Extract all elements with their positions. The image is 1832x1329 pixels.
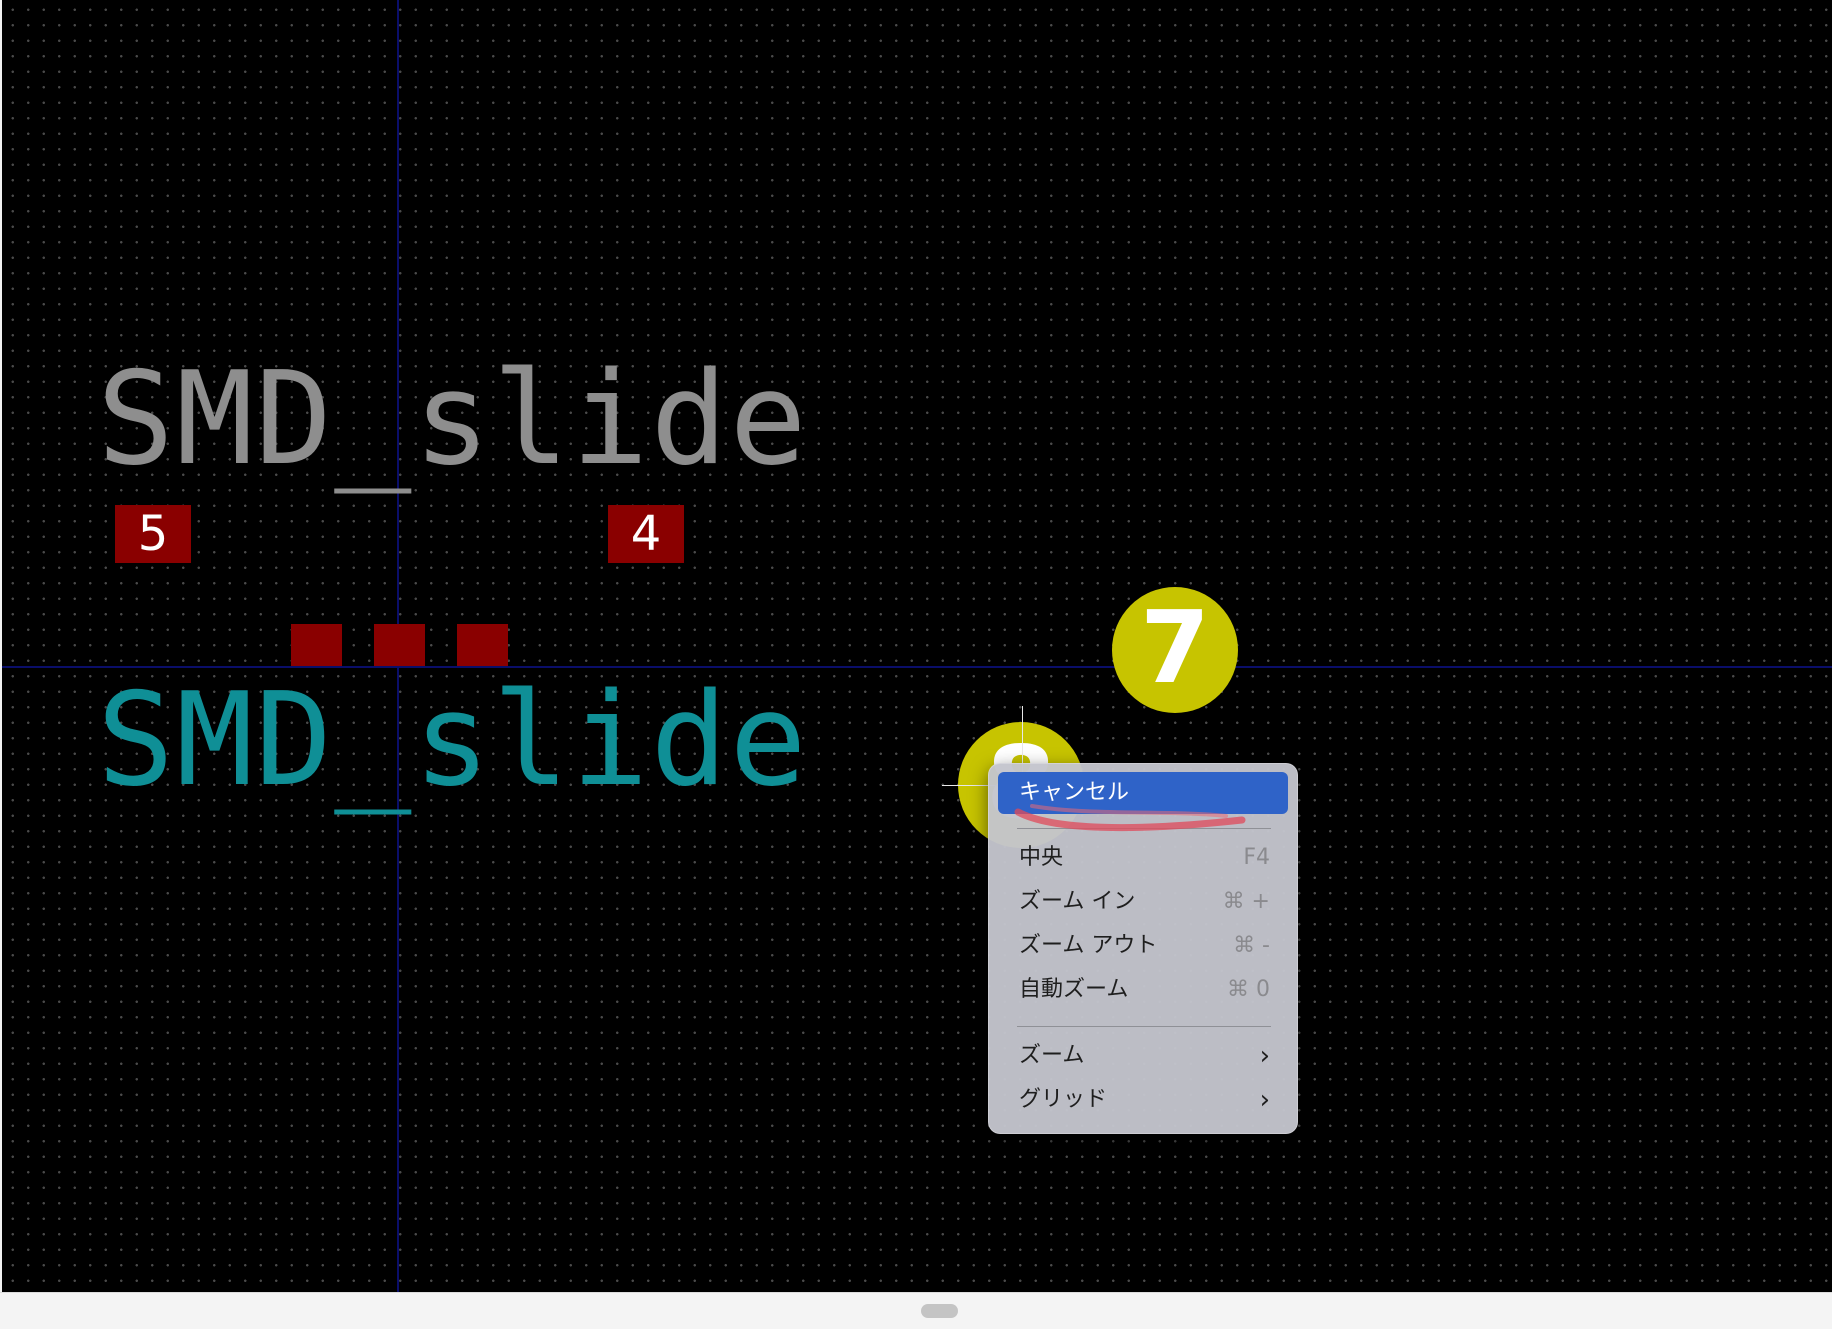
menu-item-auto-zoom[interactable]: 自動ズーム ⌘ 0 [998,970,1288,1010]
menu-item-label: ズーム [1019,1043,1085,1068]
context-menu: キャンセル 中央 F4 ズーム イン ⌘ + ズーム アウト ⌘ - 自動ズーム… [988,763,1298,1134]
menu-separator [1017,1026,1271,1027]
footprint-value-text[interactable]: SMD_slide [97,677,809,805]
menu-item-grid-submenu[interactable]: グリッド › [998,1080,1288,1120]
pcb-canvas[interactable]: SMD_slide 5 4 SMD_slide 7 8 キャンセル 中央 F4 … [2,0,1832,1292]
menu-item-zoom-submenu[interactable]: ズーム › [998,1036,1288,1076]
page: SMD_slide 5 4 SMD_slide 7 8 キャンセル 中央 F4 … [0,0,1832,1329]
menu-item-shortcut: ⌘ + [1222,889,1270,914]
menu-item-zoom-in[interactable]: ズーム イン ⌘ + [998,882,1288,922]
menu-item-label: 自動ズーム [1019,977,1129,1002]
footprint-reference-text[interactable]: SMD_slide [97,356,809,484]
menu-item-label: グリッド [1019,1087,1108,1112]
pad-4[interactable]: 4 [608,505,684,563]
menu-item-cancel[interactable]: キャンセル [998,772,1288,814]
menu-item-zoom-out[interactable]: ズーム アウト ⌘ - [998,926,1288,966]
step-7-marker: 7 [1112,587,1238,713]
menu-item-center[interactable]: 中央 F4 [998,838,1288,878]
menu-item-label: キャンセル [1019,780,1130,805]
menu-item-shortcut: ⌘ 0 [1227,977,1270,1002]
pad-1[interactable] [291,624,342,666]
chevron-right-icon: › [1259,1041,1270,1071]
menu-item-label: ズーム イン [1019,889,1136,914]
menu-item-label: 中央 [1019,845,1064,870]
scroll-thumb[interactable] [921,1304,958,1318]
menu-item-shortcut: ⌘ - [1233,933,1270,958]
chevron-right-icon: › [1259,1085,1270,1115]
horizontal-scrollbar[interactable] [0,1292,1832,1329]
menu-separator [1017,828,1271,829]
menu-item-shortcut: F4 [1243,845,1270,870]
pad-3[interactable] [457,624,508,666]
menu-item-label: ズーム アウト [1019,933,1158,958]
pad-5[interactable]: 5 [115,505,191,563]
pad-2[interactable] [374,624,425,666]
